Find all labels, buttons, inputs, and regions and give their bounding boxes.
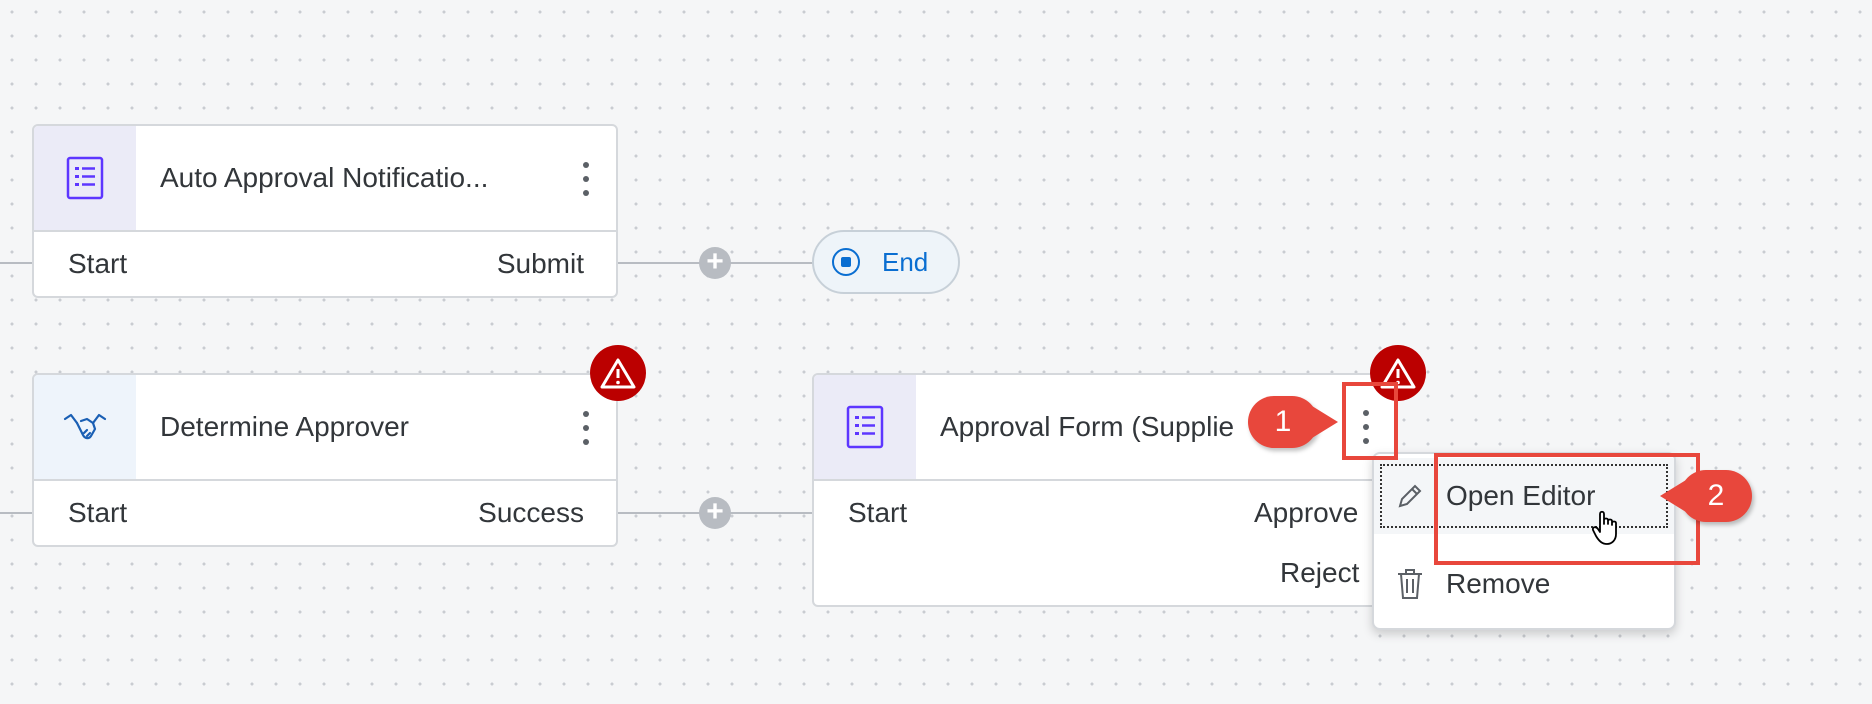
handshake-icon [34, 375, 136, 479]
workflow-node-determine-approver[interactable]: Determine Approver Start Success [32, 373, 618, 547]
hand-cursor-icon [1590, 510, 1622, 553]
workflow-node-auto-approval[interactable]: Auto Approval Notificatio... Start Submi… [32, 124, 618, 298]
port-submit[interactable]: Submit [497, 248, 584, 280]
connector-line [0, 512, 34, 514]
node-header: Determine Approver [34, 375, 616, 481]
node-title: Auto Approval Notificatio... [160, 162, 489, 193]
node-header: Auto Approval Notificatio... [34, 126, 616, 232]
plus-icon: + [706, 494, 724, 528]
more-options-icon[interactable] [580, 162, 592, 196]
plus-icon: + [706, 244, 724, 278]
form-icon [814, 375, 916, 479]
workflow-canvas[interactable]: + + Auto Approval Notificatio... Start S… [0, 0, 1872, 704]
node-title: Determine Approver [160, 411, 410, 442]
add-step-button[interactable]: + [699, 244, 731, 279]
form-icon [34, 126, 136, 230]
end-node[interactable]: End [812, 230, 961, 294]
annotation-callout-2: 2 [1660, 470, 1752, 522]
menu-item-label: Remove [1446, 568, 1551, 599]
warning-icon[interactable] [590, 345, 646, 401]
port-start[interactable]: Start [848, 497, 907, 529]
connector-line [0, 262, 34, 264]
highlight-box-kebab [1342, 382, 1398, 460]
node-title: Approval Form (Supplie [940, 411, 1235, 442]
port-success[interactable]: Success [478, 497, 584, 529]
more-options-icon[interactable] [580, 411, 592, 445]
end-label: End [882, 246, 929, 277]
trash-icon [1374, 567, 1446, 601]
port-reject[interactable]: Reject [1280, 557, 1359, 589]
stop-icon [832, 248, 860, 276]
add-step-button[interactable]: + [699, 494, 731, 529]
port-approve[interactable]: Approve [1254, 497, 1358, 529]
annotation-callout-1: 1 [1248, 396, 1338, 448]
port-start[interactable]: Start [68, 248, 127, 280]
port-start[interactable]: Start [68, 497, 127, 529]
